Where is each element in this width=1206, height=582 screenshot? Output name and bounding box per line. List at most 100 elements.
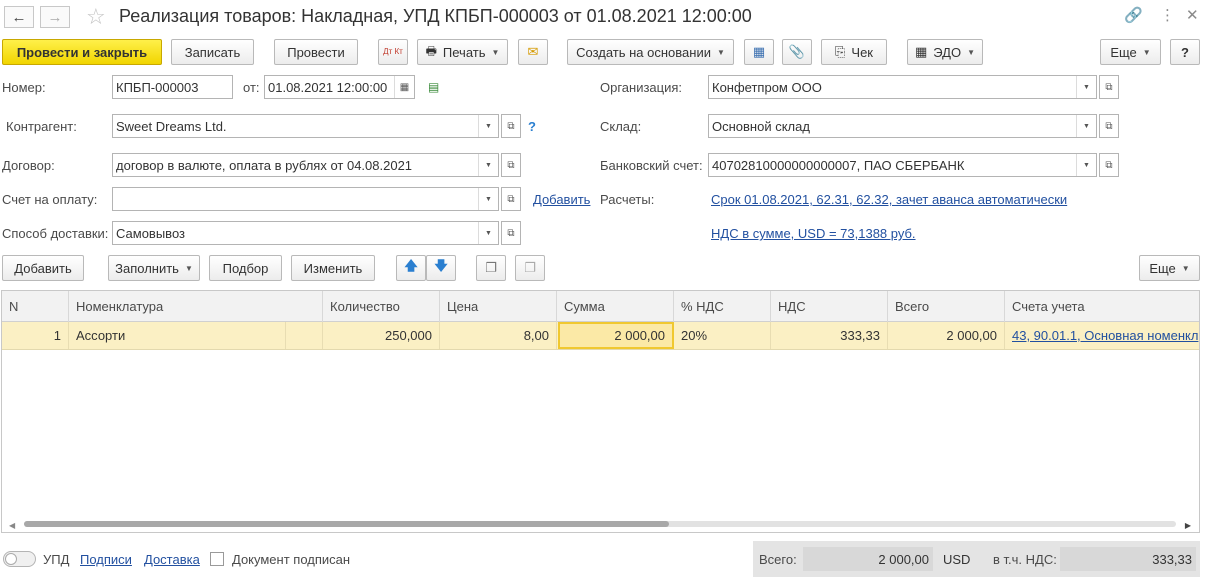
warehouse-field[interactable]: Основной склад ▼ [708, 114, 1097, 138]
col-item[interactable]: Номенклатура [69, 291, 323, 322]
col-n[interactable]: N [2, 291, 69, 322]
organization-open-button[interactable]: ⧉ [1099, 75, 1119, 99]
cell-n[interactable]: 1 [2, 322, 69, 349]
move-up-button[interactable]: 🡅 [396, 255, 426, 281]
cell-price[interactable]: 8,00 [440, 322, 557, 349]
settlements-link[interactable]: Срок 01.08.2021, 62.31, 62.32, зачет ава… [711, 192, 1067, 207]
vat-settings-link[interactable]: НДС в сумме, USD = 73,1388 руб. [711, 226, 916, 241]
col-qty[interactable]: Количество [323, 291, 440, 322]
organization-field[interactable]: Конфетпром ООО ▼ [708, 75, 1097, 99]
chevron-down-icon[interactable]: ▼ [478, 154, 498, 176]
delivery-label: Способ доставки: [2, 226, 109, 241]
contract-field[interactable]: договор в валюте, оплата в рублях от 04.… [112, 153, 499, 177]
col-sum[interactable]: Сумма [557, 291, 674, 322]
attach-button[interactable]: 📎 [782, 39, 812, 65]
create-based-on-button[interactable]: Создать на основании ▼ [567, 39, 734, 65]
close-icon[interactable]: ✕ [1186, 6, 1199, 24]
delivery-open-button[interactable]: ⧉ [501, 221, 521, 245]
accounts-link[interactable]: 43, 90.01.1, Основная номенкл [1012, 328, 1198, 343]
cell-total[interactable]: 2 000,00 [888, 322, 1005, 349]
calendar-icon[interactable]: ▦ [394, 76, 414, 98]
goods-table[interactable]: N Номенклатура Количество Цена Сумма % Н… [1, 290, 1200, 533]
delivery-field[interactable]: Самовывоз ▼ [112, 221, 499, 245]
chevron-down-icon[interactable]: ▼ [478, 222, 498, 244]
signed-checkbox[interactable] [210, 552, 224, 566]
selection-button[interactable]: Подбор [209, 255, 282, 281]
signed-label: Документ подписан [232, 552, 351, 567]
dtkt-icon: Дт Кт [383, 47, 403, 56]
more-vertical-icon[interactable]: ⋮ [1160, 6, 1175, 24]
add-row-button[interactable]: Добавить [2, 255, 84, 281]
bank-account-field[interactable]: 40702810000000000007, ПАО СБЕРБАНК ▼ [708, 153, 1097, 177]
chevron-down-icon[interactable]: ▼ [1076, 154, 1096, 176]
invoice-field[interactable]: ▼ [112, 187, 499, 211]
chevron-down-icon: ▼ [491, 47, 500, 57]
col-total[interactable]: Всего [888, 291, 1005, 322]
counterparty-label: Контрагент: [6, 119, 77, 134]
post-and-close-button[interactable]: Провести и закрыть [2, 39, 162, 65]
counterparty-open-button[interactable]: ⧉ [501, 114, 521, 138]
cell-item[interactable]: Ассорти [69, 322, 286, 349]
open-icon: ⧉ [507, 227, 515, 239]
delivery-link[interactable]: Доставка [144, 552, 200, 567]
cell-vat-rate[interactable]: 20% [674, 322, 771, 349]
receipt-button[interactable]: ⎘ Чек [821, 39, 887, 65]
star-icon[interactable]: ☆ [86, 4, 106, 30]
table-row[interactable]: 1 Ассорти 250,000 8,00 2 000,00 20% 333,… [2, 322, 1199, 350]
open-icon: ⧉ [1105, 159, 1113, 171]
link-icon[interactable]: 🔗 [1124, 6, 1143, 24]
table-more-button[interactable]: Еще ▼ [1139, 255, 1200, 281]
email-button[interactable]: ✉ [518, 39, 548, 65]
paste-row-button[interactable]: ❐ [515, 255, 545, 281]
col-vat-rate[interactable]: % НДС [674, 291, 771, 322]
upd-toggle[interactable] [3, 551, 36, 567]
copy-icon: ❐ [485, 260, 497, 275]
copy-row-button[interactable]: ❐ [476, 255, 506, 281]
forward-button[interactable]: → [40, 6, 70, 28]
chevron-down-icon[interactable]: ▼ [478, 115, 498, 137]
arrow-up-icon: 🡅 [404, 258, 418, 273]
cell-accounts[interactable]: 43, 90.01.1, Основная номенкл [1005, 322, 1199, 349]
edo-button[interactable]: ▦ ЭДО ▼ [907, 39, 983, 65]
change-button[interactable]: Изменить [291, 255, 375, 281]
number-field[interactable]: КПБП-000003 [112, 75, 233, 99]
add-invoice-link[interactable]: Добавить [533, 192, 590, 207]
structure-button[interactable]: ▦ [744, 39, 774, 65]
counterparty-field[interactable]: Sweet Dreams Ltd. ▼ [112, 114, 499, 138]
open-icon: ⧉ [507, 193, 515, 205]
horizontal-scrollbar[interactable] [24, 521, 1176, 527]
signatures-link[interactable]: Подписи [80, 552, 132, 567]
total-label: Всего: [759, 552, 797, 567]
scroll-left-icon[interactable]: ◀ [9, 521, 15, 530]
move-down-button[interactable]: 🡇 [426, 255, 456, 281]
invoice-open-button[interactable]: ⧉ [501, 187, 521, 211]
totals-panel: Всего: 2 000,00 USD в т.ч. НДС: 333,33 [753, 541, 1200, 577]
cell-vat[interactable]: 333,33 [771, 322, 888, 349]
open-icon: ⧉ [507, 120, 515, 132]
chevron-down-icon[interactable]: ▼ [478, 188, 498, 210]
warehouse-open-button[interactable]: ⧉ [1099, 114, 1119, 138]
col-accounts[interactable]: Счета учета [1005, 291, 1199, 322]
cell-qty[interactable]: 250,000 [323, 322, 440, 349]
bank-account-open-button[interactable]: ⧉ [1099, 153, 1119, 177]
date-field[interactable]: 01.08.2021 12:00:00 ▦ [264, 75, 415, 99]
fill-button[interactable]: Заполнить ▼ [108, 255, 200, 281]
save-button[interactable]: Записать [171, 39, 254, 65]
post-button[interactable]: Провести [274, 39, 358, 65]
scrollbar-thumb[interactable] [24, 521, 669, 527]
col-price[interactable]: Цена [440, 291, 557, 322]
col-vat[interactable]: НДС [771, 291, 888, 322]
cell-sum[interactable]: 2 000,00 [558, 322, 674, 349]
print-button[interactable]: 🖶 Печать ▼ [417, 39, 508, 65]
scroll-right-icon[interactable]: ▶ [1185, 521, 1191, 530]
help-button[interactable]: ? [1170, 39, 1200, 65]
dtkt-button[interactable]: Дт Кт [378, 39, 408, 65]
back-button[interactable]: ← [4, 6, 34, 28]
contract-open-button[interactable]: ⧉ [501, 153, 521, 177]
more-button[interactable]: Еще ▼ [1100, 39, 1161, 65]
comment-icon[interactable]: ▤ [428, 80, 439, 94]
chevron-down-icon[interactable]: ▼ [1076, 115, 1096, 137]
chevron-down-icon[interactable]: ▼ [1076, 76, 1096, 98]
counterparty-help-icon[interactable]: ? [528, 119, 536, 134]
cell-item-char[interactable] [286, 322, 323, 349]
